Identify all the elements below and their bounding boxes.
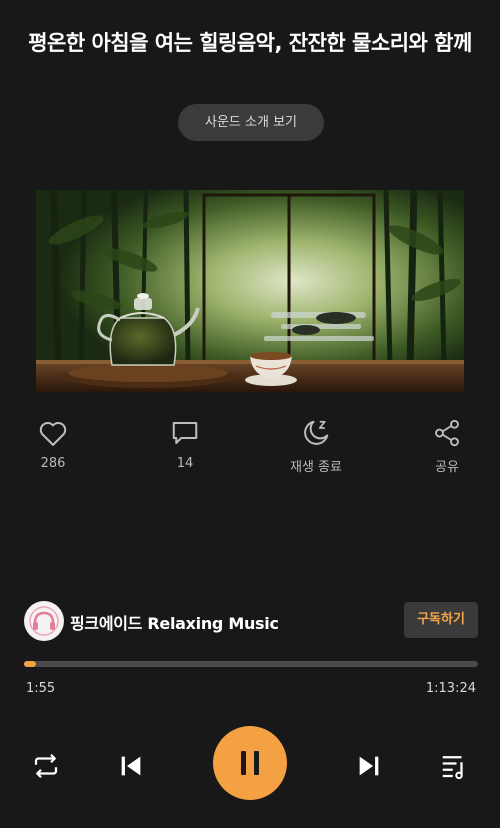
share-icon [435,419,459,447]
share-action[interactable]: 공유 [407,418,487,475]
pause-icon [241,751,259,775]
sleep-timer-label: 재생 종료 [290,460,342,475]
skip-next-icon [359,756,379,776]
subscribe-button[interactable]: 구독하기 [404,602,478,638]
sound-intro-button[interactable]: 사운드 소개 보기 [178,104,324,141]
like-count: 286 [40,456,66,471]
comment-action[interactable]: 14 [145,418,225,471]
comment-count: 14 [176,456,194,471]
skip-previous-icon [121,756,141,776]
sleep-timer-icon [304,420,329,445]
next-button[interactable] [349,746,389,786]
elapsed-time: 1:55 [26,681,56,696]
playlist-button[interactable] [434,746,474,786]
repeat-icon [34,753,58,779]
cover-artwork [36,190,464,392]
playlist-icon [442,756,463,780]
share-label: 공유 [435,460,459,475]
previous-button[interactable] [111,746,151,786]
sleep-timer-action[interactable]: 재생 종료 [276,418,356,475]
channel-row: 핑크에이드 Relaxing Music 구독하기 [24,601,478,641]
heart-icon [39,422,67,446]
like-action[interactable]: 286 [13,418,93,471]
track-title: 평온한 아침을 여는 힐링음악, 잔잔한 물소리와 함께 [28,31,472,55]
pause-button[interactable] [213,726,287,800]
comment-icon [172,422,198,444]
channel-avatar[interactable] [24,601,64,641]
channel-name[interactable]: 핑크에이드 Relaxing Music [70,610,279,634]
progress-bar[interactable] [24,661,478,667]
repeat-button[interactable] [26,746,66,786]
progress-fill [24,661,36,667]
total-duration: 1:13:24 [425,681,476,696]
